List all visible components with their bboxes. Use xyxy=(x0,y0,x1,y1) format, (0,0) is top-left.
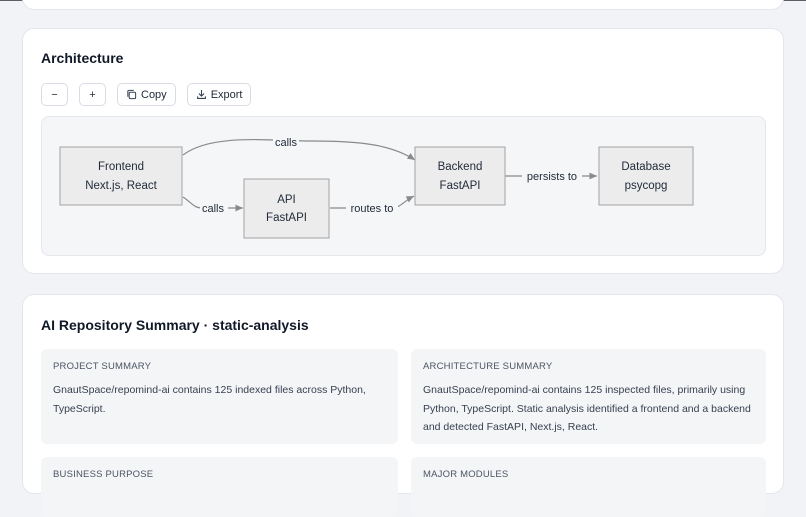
node-backend-title: Backend xyxy=(438,161,483,173)
diagram-toolbar: − + Copy Export xyxy=(41,83,252,106)
major-modules-label: MAJOR MODULES xyxy=(423,469,509,480)
architecture-summary-text: GnautSpace/repomind-ai contains 125 insp… xyxy=(423,384,751,433)
summary-title: AI Repository Summary · static-analysis xyxy=(41,317,309,333)
zoom-in-button[interactable]: + xyxy=(79,83,106,106)
edge-label-api-backend: routes to xyxy=(351,203,394,215)
edge-label-frontend-backend: calls xyxy=(275,137,298,149)
node-frontend-title: Frontend xyxy=(98,161,144,173)
export-button-label: Export xyxy=(210,88,243,101)
project-summary-label: PROJECT SUMMARY xyxy=(53,361,152,372)
node-database[interactable]: Database psycopg xyxy=(598,146,694,206)
edge-label-frontend-api: calls xyxy=(202,203,225,215)
architecture-diagram: calls calls routes to persists to Fronte… xyxy=(41,116,766,256)
architecture-summary-label: ARCHITECTURE SUMMARY xyxy=(423,361,553,372)
copy-icon xyxy=(126,89,137,100)
node-frontend[interactable]: Frontend Next.js, React xyxy=(59,146,183,206)
diagram-canvas: calls calls routes to persists to Fronte… xyxy=(59,136,694,239)
node-database-tech: psycopg xyxy=(625,180,668,192)
business-purpose-label: BUSINESS PURPOSE xyxy=(53,469,154,480)
architecture-title: Architecture xyxy=(41,50,124,66)
copy-button[interactable]: Copy xyxy=(117,83,176,106)
zoom-out-button[interactable]: − xyxy=(41,83,68,106)
major-modules-panel: MAJOR MODULES xyxy=(411,457,766,517)
edge-label-backend-database: persists to xyxy=(527,171,577,183)
node-backend[interactable]: Backend FastAPI xyxy=(414,146,506,206)
copy-button-label: Copy xyxy=(141,88,167,101)
project-summary-text: GnautSpace/repomind-ai contains 125 inde… xyxy=(53,384,366,415)
ai-summary-card: AI Repository Summary · static-analysis … xyxy=(22,294,784,517)
architecture-card: Architecture − + Copy Export calls calls… xyxy=(22,28,784,274)
previous-card xyxy=(22,0,784,10)
business-purpose-panel: BUSINESS PURPOSE xyxy=(41,457,398,517)
node-frontend-tech: Next.js, React xyxy=(85,180,157,192)
node-database-title: Database xyxy=(621,161,670,173)
architecture-summary-panel: ARCHITECTURE SUMMARY GnautSpace/repomind… xyxy=(411,349,766,444)
node-api-title: API xyxy=(277,194,296,206)
project-summary-panel: PROJECT SUMMARY GnautSpace/repomind-ai c… xyxy=(41,349,398,444)
export-button[interactable]: Export xyxy=(186,83,252,106)
download-icon xyxy=(196,89,207,100)
node-backend-tech: FastAPI xyxy=(440,180,481,192)
node-api-tech: FastAPI xyxy=(266,212,307,224)
node-api[interactable]: API FastAPI xyxy=(243,178,330,239)
